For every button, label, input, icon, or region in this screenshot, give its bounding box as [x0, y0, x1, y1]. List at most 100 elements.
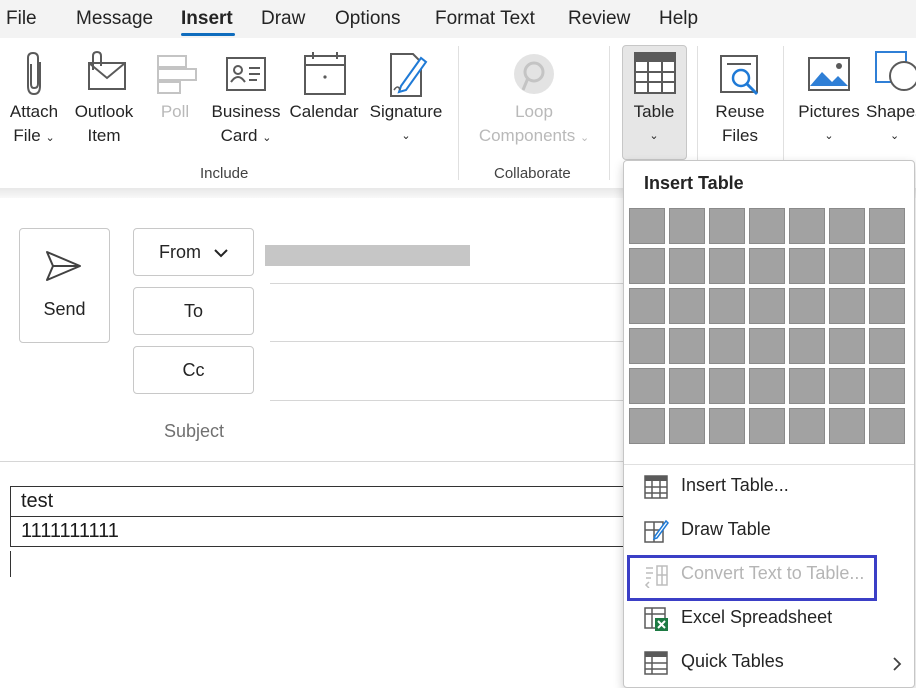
table-cell[interactable]: 1111111111 [10, 516, 635, 547]
insert-table-item[interactable]: Insert Table... [624, 467, 914, 507]
table-grid-cell[interactable] [669, 248, 705, 284]
from-field-underline [270, 283, 625, 284]
dropdown-divider [624, 464, 914, 465]
table-grid-cell[interactable] [749, 408, 785, 444]
table-button[interactable]: Table ⌄ [622, 50, 686, 148]
table-grid-cell[interactable] [669, 208, 705, 244]
envelope-attach-icon [88, 50, 126, 90]
loop-components-label-1: Loop [515, 102, 553, 121]
table-grid-cell[interactable] [709, 328, 745, 364]
pictures-button[interactable]: Pictures ⌄ [794, 50, 864, 148]
excel-spreadsheet-item[interactable]: Excel Spreadsheet [624, 599, 914, 639]
table-grid-cell[interactable] [789, 328, 825, 364]
table-grid-cell[interactable] [869, 328, 905, 364]
signature-label: Signature [369, 102, 443, 121]
table-grid-cell[interactable] [789, 368, 825, 404]
tab-format-text[interactable]: Format Text [435, 8, 535, 30]
table-grid-cell[interactable] [629, 328, 665, 364]
quick-tables-item[interactable]: Quick Tables [624, 643, 914, 683]
picture-icon [808, 57, 850, 91]
table-grid-cell[interactable] [869, 408, 905, 444]
table-grid-cell[interactable] [629, 248, 665, 284]
table-grid-cell[interactable] [709, 208, 745, 244]
loop-components-button[interactable]: Loop Components ⌄ [470, 50, 598, 150]
poll-button[interactable]: Poll [148, 50, 202, 124]
table-label: Table [633, 102, 675, 121]
table-grid-cell[interactable] [629, 288, 665, 324]
table-grid-cell[interactable] [629, 368, 665, 404]
table-grid-cell[interactable] [749, 368, 785, 404]
table-grid-cell[interactable] [869, 368, 905, 404]
to-button[interactable]: To [133, 287, 254, 335]
dropdown-title: Insert Table [644, 173, 744, 193]
active-tab-indicator [181, 33, 235, 36]
table-grid-cell[interactable] [669, 408, 705, 444]
table-grid-cell[interactable] [749, 248, 785, 284]
signature-button[interactable]: Signature ⌄ [366, 50, 446, 148]
calendar-button[interactable]: Calendar [286, 50, 362, 124]
insert-table-icon [644, 475, 668, 499]
excel-spreadsheet-label: Excel Spreadsheet [681, 607, 833, 627]
table-grid-cell[interactable] [669, 288, 705, 324]
from-button[interactable]: From [133, 228, 254, 276]
table-grid-cell[interactable] [869, 288, 905, 324]
send-icon [46, 251, 81, 281]
table-grid-cell[interactable] [829, 288, 865, 324]
chevron-down-icon: ⌄ [45, 132, 55, 144]
table-grid-cell[interactable] [709, 368, 745, 404]
tab-review[interactable]: Review [568, 8, 630, 30]
tab-message[interactable]: Message [76, 8, 153, 30]
chevron-right-icon [893, 657, 902, 671]
table-grid-cell[interactable] [789, 288, 825, 324]
insert-table-dropdown: Insert Table Insert Table... Draw Table [623, 160, 915, 688]
table-grid-cell[interactable] [669, 328, 705, 364]
chevron-down-icon: ⌄ [401, 130, 411, 142]
reuse-files-button[interactable]: Reuse Files [708, 50, 772, 148]
table-grid-cell[interactable] [869, 208, 905, 244]
business-card-button[interactable]: Business Card ⌄ [210, 50, 282, 150]
tab-file[interactable]: File [6, 8, 37, 30]
tab-help[interactable]: Help [659, 8, 698, 30]
table-grid-cell[interactable] [629, 408, 665, 444]
draw-table-item[interactable]: Draw Table [624, 511, 914, 551]
table-grid-cell[interactable] [829, 248, 865, 284]
table-row: test [10, 486, 635, 517]
tab-options[interactable]: Options [335, 8, 400, 30]
table-grid-cell[interactable] [789, 248, 825, 284]
group-label-collaborate: Collaborate [494, 165, 571, 182]
keyboard-focus-ring [627, 555, 877, 601]
table-grid-cell[interactable] [629, 208, 665, 244]
table-grid-cell[interactable] [829, 368, 865, 404]
tab-insert[interactable]: Insert [181, 8, 233, 30]
paperclip-icon [27, 51, 41, 96]
table-grid-cell[interactable] [749, 288, 785, 324]
table-grid-cell[interactable] [669, 368, 705, 404]
table-grid-cell[interactable] [749, 208, 785, 244]
table-grid-cell[interactable] [789, 208, 825, 244]
draw-table-label: Draw Table [681, 519, 771, 539]
group-label-include: Include [200, 165, 249, 182]
tab-draw[interactable]: Draw [261, 8, 305, 30]
pictures-label: Pictures [798, 102, 860, 121]
table-cell[interactable]: test [10, 486, 635, 517]
table-grid-cell[interactable] [749, 328, 785, 364]
to-label: To [183, 301, 203, 321]
body-table[interactable]: test 1111111111 [10, 486, 635, 547]
outlook-item-button[interactable]: Outlook Item [70, 50, 138, 148]
attach-file-button[interactable]: Attach File ⌄ [4, 50, 64, 150]
table-grid-cell[interactable] [709, 248, 745, 284]
table-grid-cell[interactable] [829, 208, 865, 244]
table-grid-cell[interactable] [829, 328, 865, 364]
chevron-down-icon: ⌄ [262, 132, 272, 144]
table-grid-cell[interactable] [829, 408, 865, 444]
table-grid-cell[interactable] [709, 288, 745, 324]
cc-button[interactable]: Cc [133, 346, 254, 394]
draw-table-icon [644, 519, 669, 543]
table-grid-cell[interactable] [869, 248, 905, 284]
shapes-button[interactable]: Shapes ⌄ [866, 50, 916, 148]
subject-label: Subject [164, 421, 225, 441]
table-row: 1111111111 [10, 516, 635, 547]
send-button[interactable]: Send [19, 228, 110, 343]
table-grid-cell[interactable] [709, 408, 745, 444]
table-grid-cell[interactable] [789, 408, 825, 444]
